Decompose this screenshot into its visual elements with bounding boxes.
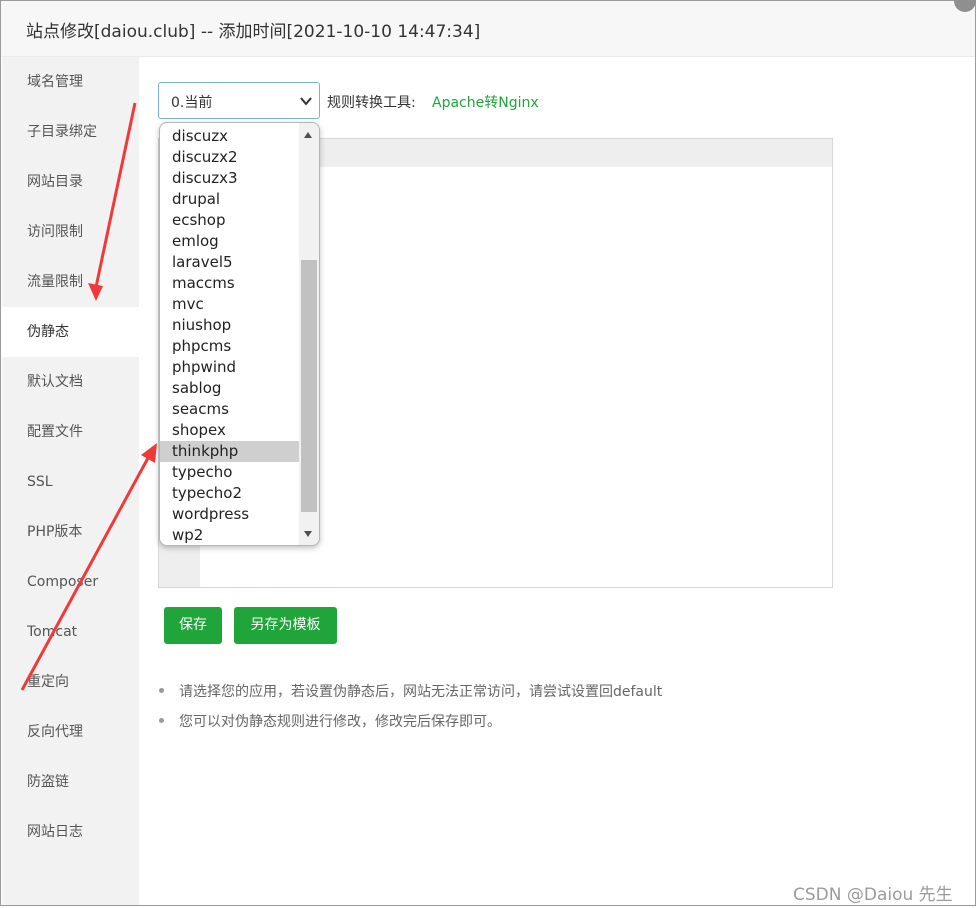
- dialog-title: 站点修改[daiou.club] -- 添加时间[2021-10-10 14:4…: [26, 22, 481, 42]
- dropdown-option[interactable]: laravel5: [160, 252, 299, 273]
- dropdown-option[interactable]: phpcms: [160, 336, 299, 357]
- rewrite-template-dropdown[interactable]: discuzx discuzx2 discuzx3 drupal ecshop emlog…: [159, 122, 320, 546]
- sidebar-item[interactable]: Tomcat: [2, 607, 139, 657]
- sidebar-item[interactable]: 访问限制: [2, 207, 139, 257]
- tip-text: 请选择您的应用，若设置伪静态后，网站无法正常访问，请尝试设置回default: [179, 684, 663, 700]
- rule-convert-tool-label: 规则转换工具:: [327, 95, 416, 111]
- dropdown-option[interactable]: typecho2: [160, 483, 299, 504]
- dropdown-option[interactable]: ecshop: [160, 210, 299, 231]
- watermark: CSDN @Daiou 先生: [793, 885, 953, 905]
- sidebar-item[interactable]: 配置文件: [2, 407, 139, 457]
- sidebar-item[interactable]: PHP版本: [2, 507, 139, 557]
- bullet-icon: [159, 688, 164, 693]
- apache-to-nginx-link[interactable]: Apache转Nginx: [432, 92, 539, 112]
- sidebar-item[interactable]: 子目录绑定: [2, 107, 139, 157]
- dropdown-option[interactable]: emlog: [160, 231, 299, 252]
- scroll-down-arrow-icon[interactable]: [304, 531, 312, 537]
- scroll-thumb[interactable]: [301, 260, 317, 512]
- dropdown-option[interactable]: discuzx2: [160, 147, 299, 168]
- sidebar-item[interactable]: 伪静态: [2, 307, 139, 357]
- sidebar: 域名管理 子目录绑定 网站目录 访问限制 流量限制 伪静态 默认文档 配置文件 SSL PHP版本…: [2, 57, 139, 905]
- sidebar-item[interactable]: 防盗链: [2, 757, 139, 807]
- sidebar-item[interactable]: 网站目录: [2, 157, 139, 207]
- scroll-up-arrow-icon[interactable]: [304, 132, 312, 138]
- sidebar-item[interactable]: 网站日志: [2, 807, 139, 857]
- sidebar-item[interactable]: 域名管理: [2, 57, 139, 107]
- rewrite-version-select[interactable]: 0.当前: [158, 82, 320, 119]
- dropdown-scrollbar[interactable]: [299, 123, 319, 545]
- tip-text: 您可以对伪静态规则进行修改，修改完后保存即可。: [179, 714, 501, 730]
- dropdown-option[interactable]: sablog: [160, 378, 299, 399]
- sidebar-item[interactable]: 重定向: [2, 657, 139, 707]
- sidebar-item[interactable]: 反向代理: [2, 707, 139, 757]
- dropdown-option[interactable]: drupal: [160, 189, 299, 210]
- sidebar-item[interactable]: 默认文档: [2, 357, 139, 407]
- dropdown-option[interactable]: maccms: [160, 273, 299, 294]
- rewrite-version-value: 0.当前: [171, 95, 213, 111]
- sidebar-item[interactable]: Composer: [2, 557, 139, 607]
- dropdown-option[interactable]: thinkphp: [160, 441, 299, 462]
- dropdown-option[interactable]: shopex: [160, 420, 299, 441]
- dropdown-option[interactable]: niushop: [160, 315, 299, 336]
- site-edit-dialog: 站点修改[daiou.club] -- 添加时间[2021-10-10 14:4…: [0, 0, 976, 906]
- dropdown-option[interactable]: typecho: [160, 462, 299, 483]
- sidebar-item[interactable]: 流量限制: [2, 257, 139, 307]
- bullet-icon: [159, 718, 164, 723]
- save-button[interactable]: 保存: [164, 607, 222, 644]
- dropdown-option[interactable]: wp2: [160, 525, 299, 545]
- chevron-down-icon: [300, 97, 312, 106]
- dropdown-option[interactable]: discuzx3: [160, 168, 299, 189]
- dropdown-option[interactable]: discuzx: [160, 126, 299, 147]
- dialog-titlebar: 站点修改[daiou.club] -- 添加时间[2021-10-10 14:4…: [1, 1, 975, 57]
- dropdown-option[interactable]: seacms: [160, 399, 299, 420]
- dropdown-option[interactable]: wordpress: [160, 504, 299, 525]
- dropdown-option[interactable]: phpwind: [160, 357, 299, 378]
- save-as-template-button[interactable]: 另存为模板: [234, 607, 337, 644]
- dropdown-option[interactable]: mvc: [160, 294, 299, 315]
- sidebar-item[interactable]: SSL: [2, 457, 139, 507]
